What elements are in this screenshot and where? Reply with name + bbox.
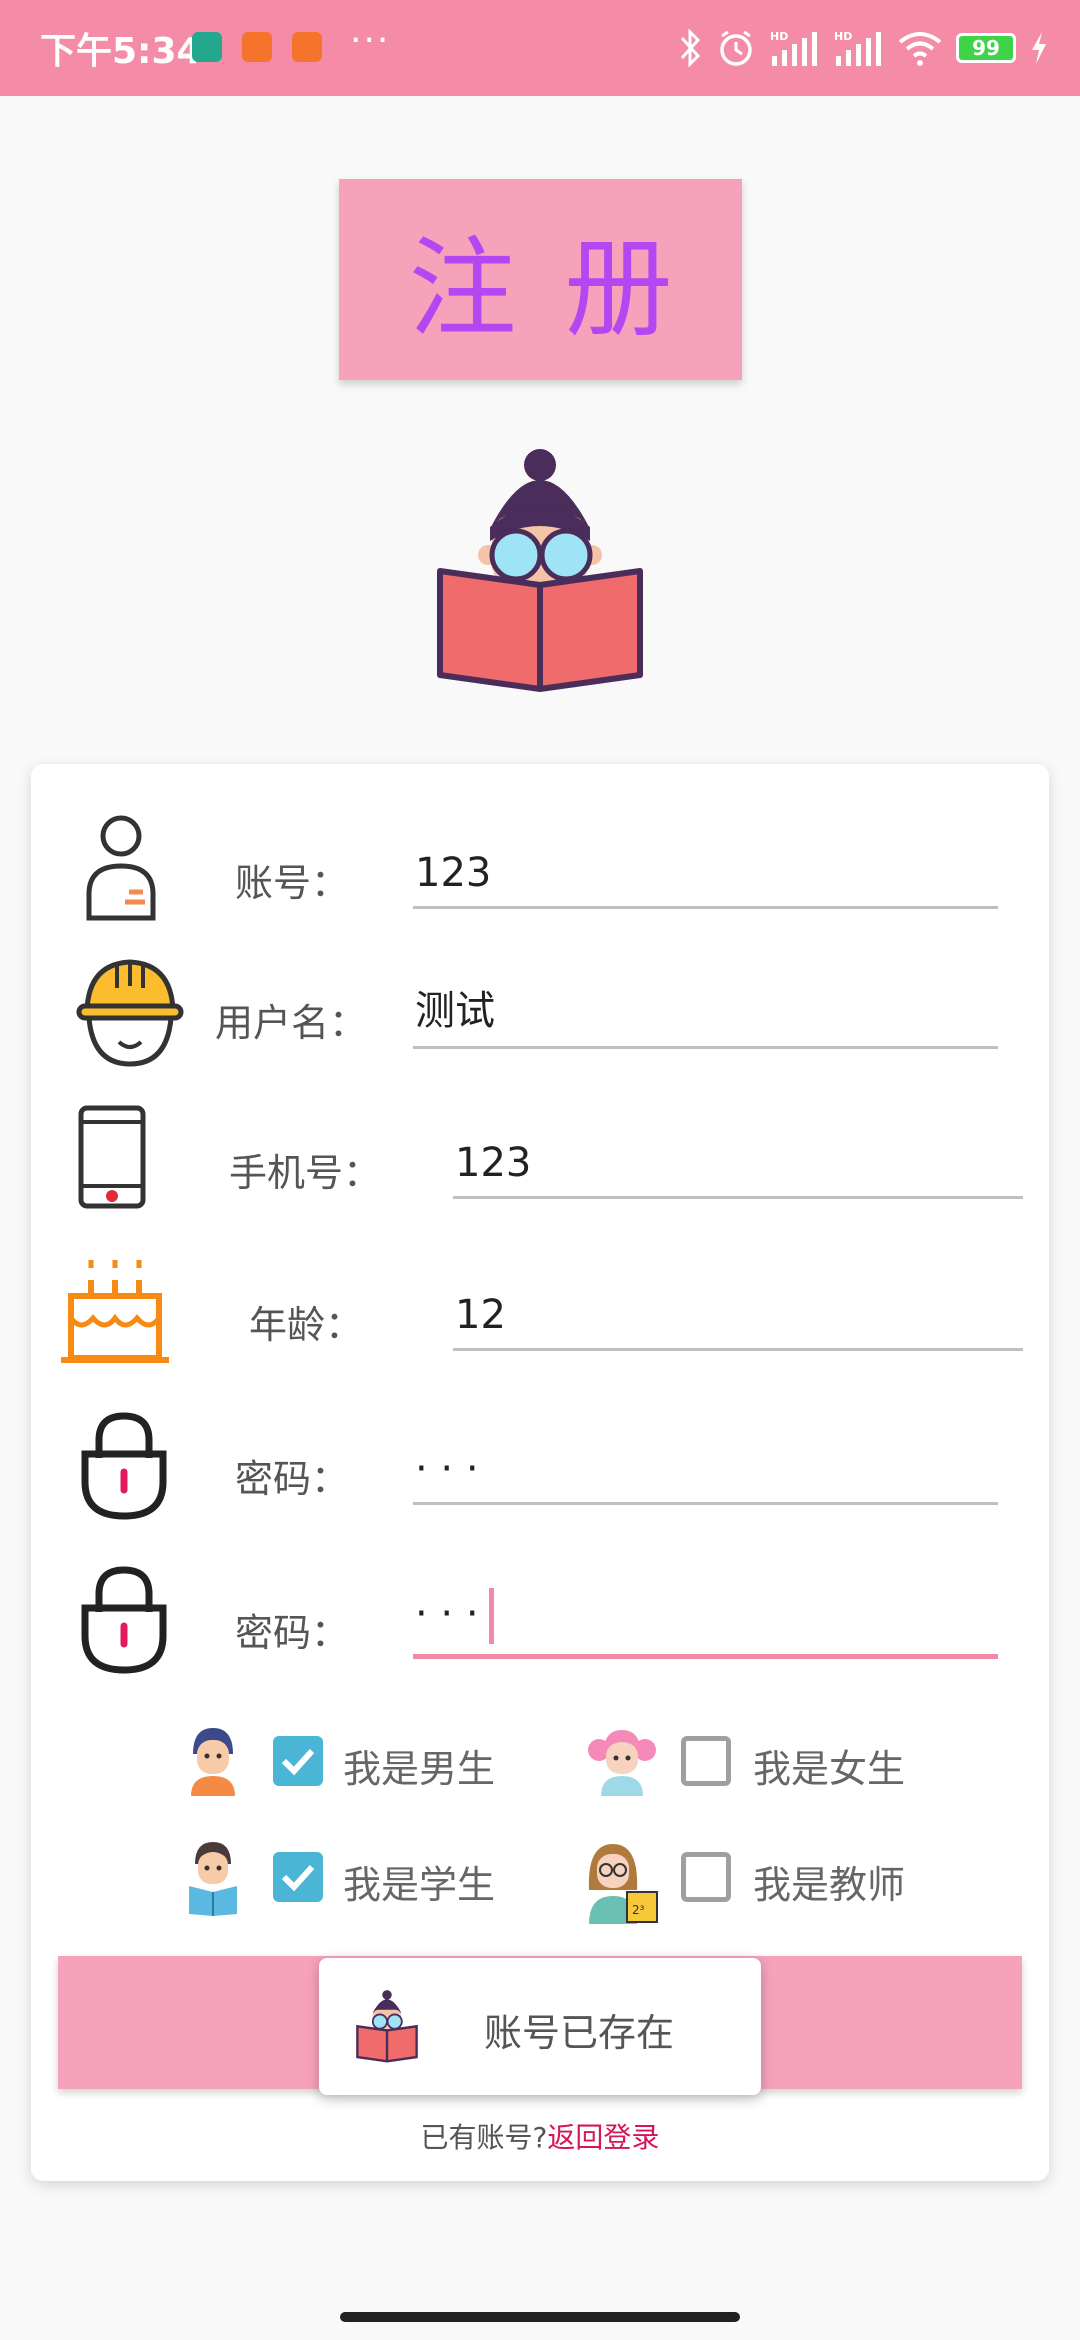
login-prompt-text: 已有账号?	[420, 2121, 548, 2154]
age-input[interactable]: 12	[453, 1271, 1023, 1351]
svg-text:HD: HD	[770, 30, 788, 43]
person-icon	[86, 815, 156, 921]
page-title: 注册	[408, 226, 721, 352]
password-confirm-input[interactable]: · · ·	[413, 1579, 998, 1659]
phone-icon	[78, 1105, 146, 1209]
password-confirm-label: 密码：	[235, 1611, 350, 1655]
username-row: 用户名： 测试	[31, 954, 1049, 1084]
login-prompt: 已有账号?返回登录	[31, 2116, 1049, 2156]
password-label: 密码：	[235, 1457, 350, 1501]
page-title-box: 注册	[339, 179, 742, 380]
text-cursor	[488, 1588, 494, 1644]
checkmark-icon	[281, 1864, 315, 1892]
phone-input[interactable]: 123	[453, 1119, 1023, 1199]
phone-label: 手机号：	[229, 1151, 382, 1195]
age-row: 年龄： 12	[31, 1256, 1049, 1386]
student-checkbox[interactable]	[273, 1852, 323, 1902]
teacher-label: 我是教师	[753, 1863, 906, 1907]
alarm-icon	[720, 30, 752, 66]
svg-text:2³: 2³	[632, 1903, 645, 1917]
svg-text:HD: HD	[834, 30, 852, 43]
signal-hd-icon: HD	[770, 30, 817, 66]
boy-avatar-icon	[191, 1728, 235, 1796]
male-label: 我是男生	[343, 1747, 496, 1791]
password-row: 密码： · · ·	[31, 1410, 1049, 1540]
male-checkbox[interactable]	[273, 1736, 323, 1786]
more-notifications-icon: ···	[350, 20, 391, 61]
female-label: 我是女生	[753, 1747, 906, 1791]
role-options: 我是学生 2³ 我是教师	[31, 1840, 1049, 1940]
lock-icon	[81, 1412, 167, 1520]
checkmark-icon	[281, 1748, 315, 1776]
app-notification-icon	[242, 32, 272, 62]
phone-row: 手机号： 123	[31, 1104, 1049, 1234]
account-label: 账号：	[235, 861, 350, 905]
age-label: 年龄：	[249, 1303, 364, 1347]
username-input[interactable]: 测试	[413, 969, 998, 1049]
account-input[interactable]: 123	[413, 829, 998, 909]
password-confirm-row: 密码： · · ·	[31, 1564, 1049, 1694]
status-bar: 下午5:34 ··· HD HD 99	[0, 0, 1080, 96]
status-icons: HD HD 99	[676, 24, 1050, 72]
reading-girl-icon	[356, 1990, 418, 2063]
teacher-checkbox[interactable]	[681, 1852, 731, 1902]
back-to-login-link[interactable]: 返回登录	[547, 2121, 659, 2154]
helmet-icon	[76, 959, 184, 1067]
female-checkbox[interactable]	[681, 1736, 731, 1786]
teacher-avatar-icon: 2³	[588, 1844, 658, 1924]
gender-options: 我是男生 我是女生	[31, 1726, 1049, 1826]
wifi-icon	[898, 32, 942, 66]
girl-avatar-icon	[588, 1730, 656, 1796]
account-row: 账号： 123	[31, 814, 1049, 944]
battery-icon: 99	[956, 33, 1016, 63]
password-input[interactable]: · · ·	[413, 1425, 998, 1505]
student-label: 我是学生	[343, 1863, 496, 1907]
toast-message: 账号已存在	[319, 1958, 761, 2095]
toast-text: 账号已存在	[484, 2011, 675, 2055]
home-indicator[interactable]	[340, 2312, 740, 2322]
register-form-card: 账号： 123 用户名： 测试 手机号： 123 年龄： 12 密码： · · …	[31, 764, 1049, 2181]
app-notification-icon	[292, 32, 322, 62]
cake-icon	[61, 1260, 169, 1363]
app-notification-icon	[192, 32, 222, 62]
lock-icon	[81, 1566, 167, 1674]
signal-hd-icon: HD	[834, 30, 881, 66]
charging-icon	[1032, 32, 1046, 64]
bluetooth-icon	[680, 28, 701, 68]
username-label: 用户名：	[215, 1001, 368, 1045]
student-avatar-icon	[189, 1842, 237, 1916]
status-time: 下午5:34	[40, 31, 202, 72]
reading-girl-avatar	[437, 449, 643, 692]
